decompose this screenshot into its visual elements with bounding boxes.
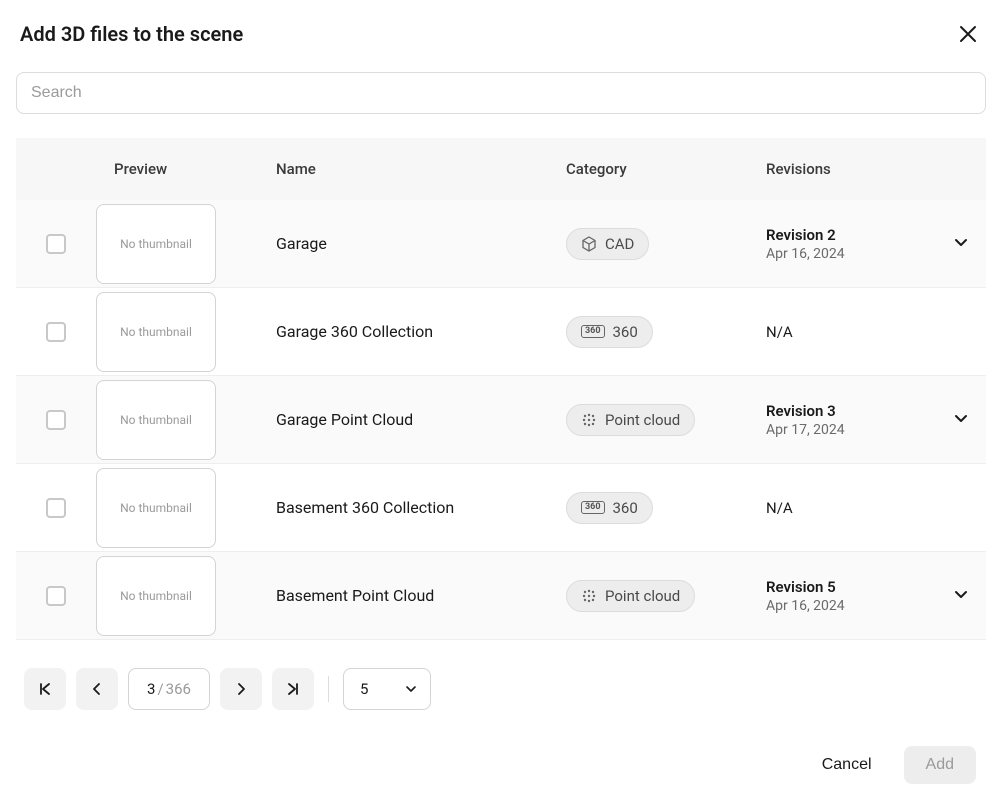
expand-button[interactable] (947, 228, 975, 259)
category-badge: Point cloud (566, 404, 695, 436)
expand-button[interactable] (947, 404, 975, 435)
revision-date: Apr 16, 2024 (766, 598, 936, 614)
chevron-left-icon (88, 680, 106, 698)
row-checkbox[interactable] (46, 410, 66, 430)
file-name: Basement 360 Collection (276, 498, 566, 517)
thumbnail-placeholder: No thumbnail (96, 380, 216, 460)
column-preview: Preview (96, 160, 276, 178)
file-name: Garage (276, 234, 566, 253)
revision-title: Revision 5 (766, 578, 936, 596)
current-page: 3 (147, 680, 155, 698)
thumbnail-placeholder: No thumbnail (96, 204, 216, 284)
revision-date: Apr 17, 2024 (766, 422, 936, 438)
table-row: No thumbnail Basement Point Cloud Point … (16, 552, 986, 640)
row-checkbox[interactable] (46, 498, 66, 518)
table-row: No thumbnail Garage 360 Collection 360 3… (16, 288, 986, 376)
prev-page-button[interactable] (76, 668, 118, 710)
first-page-button[interactable] (24, 668, 66, 710)
revision-title: Revision 2 (766, 226, 936, 244)
expand-button[interactable] (947, 580, 975, 611)
category-label: Point cloud (605, 587, 680, 605)
category-badge: CAD (566, 228, 649, 260)
column-category: Category (566, 160, 766, 178)
page-size-value: 5 (360, 680, 368, 698)
category-label: Point cloud (605, 411, 680, 429)
file-name: Garage Point Cloud (276, 410, 566, 429)
row-checkbox[interactable] (46, 586, 66, 606)
last-page-icon (284, 680, 302, 698)
row-checkbox[interactable] (46, 322, 66, 342)
next-page-button[interactable] (220, 668, 262, 710)
category-badge: 360 360 (566, 492, 653, 524)
chevron-down-icon (953, 410, 969, 426)
table-row: No thumbnail Basement 360 Collection 360… (16, 464, 986, 552)
last-page-button[interactable] (272, 668, 314, 710)
360-icon: 360 (581, 501, 605, 514)
revision-na: N/A (766, 499, 936, 517)
column-name: Name (276, 160, 566, 178)
files-table: Preview Name Category Revisions No thumb… (16, 138, 986, 640)
table-header: Preview Name Category Revisions (16, 138, 986, 200)
revision-na: N/A (766, 323, 936, 341)
column-revisions: Revisions (766, 160, 936, 178)
pagination: 3 / 366 5 (16, 668, 986, 710)
category-label: 360 (613, 323, 638, 341)
revision-date: Apr 16, 2024 (766, 246, 936, 262)
divider (328, 676, 329, 702)
category-badge: 360 360 (566, 316, 653, 348)
chevron-down-icon (953, 586, 969, 602)
add-button[interactable]: Add (904, 746, 976, 784)
chevron-right-icon (232, 680, 250, 698)
chevron-down-icon (953, 234, 969, 250)
search-input[interactable] (16, 72, 986, 114)
file-name: Garage 360 Collection (276, 322, 566, 341)
category-label: 360 (613, 499, 638, 517)
thumbnail-placeholder: No thumbnail (96, 556, 216, 636)
category-badge: Point cloud (566, 580, 695, 612)
file-name: Basement Point Cloud (276, 586, 566, 605)
close-button[interactable] (954, 20, 982, 48)
row-checkbox[interactable] (46, 234, 66, 254)
total-pages: 366 (166, 680, 191, 698)
page-indicator[interactable]: 3 / 366 (128, 668, 210, 710)
thumbnail-placeholder: No thumbnail (96, 468, 216, 548)
page-size-select[interactable]: 5 (343, 668, 431, 710)
dialog-actions: Cancel Add (16, 746, 986, 784)
thumbnail-placeholder: No thumbnail (96, 292, 216, 372)
360-icon: 360 (581, 325, 605, 338)
table-row: No thumbnail Garage Point Cloud Point cl… (16, 376, 986, 464)
cad-icon (581, 236, 597, 252)
first-page-icon (36, 680, 54, 698)
pointcloud-icon (581, 412, 597, 428)
table-row: No thumbnail Garage CAD Revision 2 Apr 1… (16, 200, 986, 288)
close-icon (958, 24, 978, 44)
chevron-down-icon (404, 682, 418, 696)
cancel-button[interactable]: Cancel (806, 746, 888, 784)
pointcloud-icon (581, 588, 597, 604)
dialog-title: Add 3D files to the scene (20, 22, 243, 46)
revision-title: Revision 3 (766, 402, 936, 420)
category-label: CAD (605, 235, 634, 253)
